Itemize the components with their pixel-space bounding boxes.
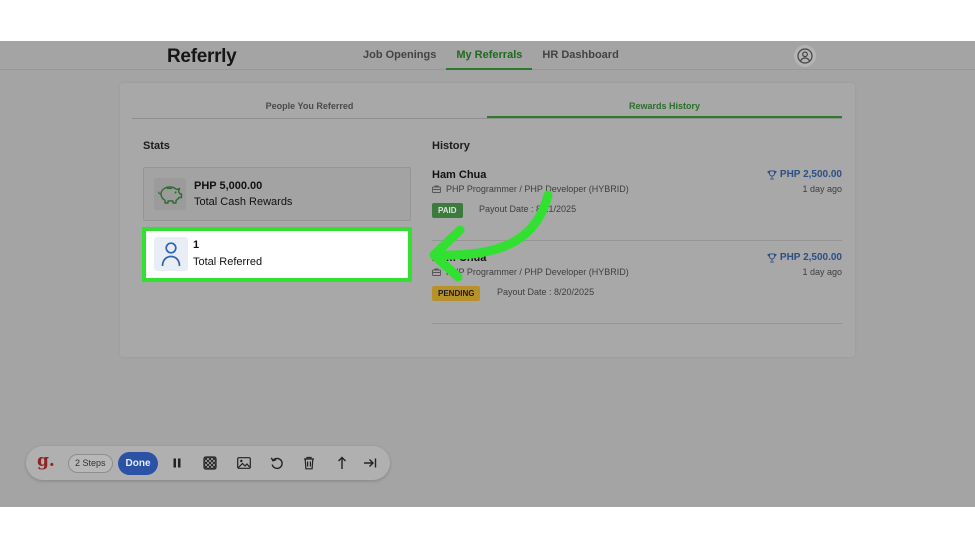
blur-icon [203,456,217,470]
history-name: Ham Chua [432,169,487,181]
done-button[interactable]: Done [118,452,158,475]
undo-icon [270,456,284,470]
referral-tabs: People You Referred Rewards History [132,91,842,119]
history-title: History [432,140,470,152]
nav-my-referrals[interactable]: My Referrals [446,41,533,70]
stats-title: Stats [143,140,170,152]
undo-button[interactable] [268,454,286,472]
history-amount: PHP 2,500.00 [767,169,842,180]
pointer-arrow [429,190,553,282]
stat-cash-label: Total Cash Rewards [194,196,293,208]
pause-button[interactable] [168,454,186,472]
skip-to-end-button[interactable] [361,454,379,472]
top-navbar: Referrly Job Openings My Referrals HR Da… [0,41,975,70]
history-amount: PHP 2,500.00 [767,252,842,263]
recorder-toolbar: g. 2 Steps Done [26,446,390,480]
nav-job-openings[interactable]: Job Openings [353,41,446,70]
upload-button[interactable] [333,454,351,472]
trash-icon [303,456,315,470]
user-circle-icon [797,48,813,64]
steps-count-button[interactable]: 2 Steps [68,454,113,473]
history-time: 1 day ago [802,267,842,277]
stat-referred-label: Total Referred [193,256,263,268]
arrow-up-icon [336,456,348,470]
blur-button[interactable] [201,454,219,472]
skip-end-icon [363,457,377,469]
history-amount-value: PHP 2,500.00 [779,169,842,180]
image-icon [237,457,251,469]
trophy-icon [767,253,777,263]
tab-people-you-referred[interactable]: People You Referred [132,91,487,118]
stat-referred-value: 1 [193,239,200,251]
history-amount-value: PHP 2,500.00 [779,252,842,263]
tab-rewards-history[interactable]: Rewards History [487,91,842,118]
history-time: 1 day ago [802,184,842,194]
trophy-icon [767,170,777,180]
profile-button[interactable] [794,45,816,67]
nav-hr-dashboard[interactable]: HR Dashboard [532,41,628,70]
brand-logo[interactable]: Referrly [167,46,237,68]
stat-total-cash-rewards: PHP 5,000.00 Total Cash Rewards [143,167,411,221]
main-nav: Job Openings My Referrals HR Dashboard [353,41,629,70]
person-icon [154,237,188,271]
delete-button[interactable] [300,454,318,472]
stat-cash-value: PHP 5,000.00 [194,180,263,192]
image-button[interactable] [235,454,253,472]
pause-icon [171,457,183,469]
recorder-logo[interactable]: g. [37,451,55,471]
piggy-bank-icon [154,178,186,210]
stat-total-referred[interactable]: 1 Total Referred [142,227,412,282]
